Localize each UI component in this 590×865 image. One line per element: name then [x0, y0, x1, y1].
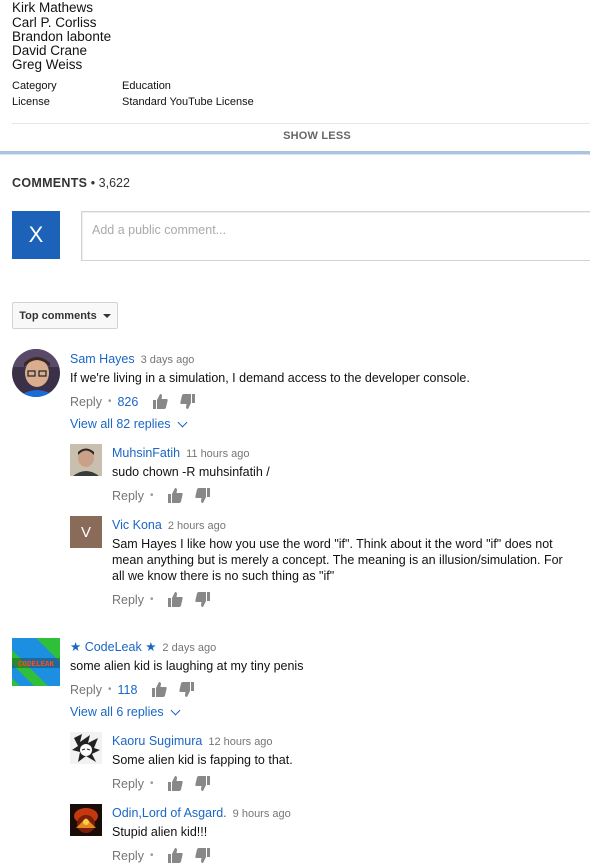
- thumbs-down-icon[interactable]: [180, 394, 196, 409]
- comment-author[interactable]: Vic Kona: [112, 518, 162, 532]
- comment-author-name: CodeLeak: [84, 640, 142, 654]
- comment-text-line: Sam Hayes I like how you use the word "i…: [112, 537, 553, 551]
- thumbs-down-icon[interactable]: [195, 776, 211, 791]
- credit-name: Kirk Mathews: [12, 0, 94, 15]
- comment-text: Some alien kid is fapping to that.: [112, 753, 293, 767]
- comment-text: If we're living in a simulation, I deman…: [70, 371, 470, 385]
- comment-text: Stupid alien kid!!!: [112, 825, 208, 839]
- license-label: License: [12, 96, 50, 108]
- user-avatar[interactable]: X: [12, 211, 60, 259]
- category-label: Category: [12, 80, 57, 92]
- star-icon: ★: [70, 640, 82, 654]
- thumbs-down-icon[interactable]: [179, 682, 195, 697]
- reply-header: Odin,Lord of Asgard. 9 hours ago: [112, 804, 291, 822]
- thumbs-up-icon[interactable]: [167, 592, 184, 607]
- comment-time[interactable]: 2 days ago: [162, 642, 216, 654]
- comment-author[interactable]: ★ CodeLeak ★: [70, 640, 156, 654]
- reply-button[interactable]: Reply: [112, 849, 144, 863]
- comment-time[interactable]: 3 days ago: [141, 354, 195, 366]
- avatar[interactable]: V: [70, 516, 102, 548]
- avatar[interactable]: [12, 349, 60, 397]
- comment-author[interactable]: MuhsinFatih: [112, 446, 180, 460]
- like-count: 118: [117, 682, 138, 697]
- view-replies-label: View all 82 replies: [70, 417, 171, 431]
- comment-author[interactable]: Odin,Lord of Asgard.: [112, 806, 227, 820]
- like-count: 826: [117, 394, 139, 409]
- reply-header: Kaoru Sugimura 12 hours ago: [112, 732, 273, 750]
- thumbs-up-icon[interactable]: [151, 682, 168, 697]
- thumbs-down-icon[interactable]: [195, 592, 211, 607]
- comment-actions: Reply •: [112, 776, 223, 791]
- comment-actions: Reply • 118: [70, 682, 207, 697]
- category-value[interactable]: Education: [122, 80, 171, 92]
- comment-actions: Reply •: [112, 592, 223, 607]
- divider: [12, 123, 590, 124]
- comment-text-line: all we know there is no such thing as "i…: [112, 569, 335, 583]
- star-icon: ★: [145, 640, 157, 654]
- comment-time[interactable]: 11 hours ago: [186, 448, 249, 460]
- reply-button[interactable]: Reply: [112, 593, 144, 607]
- view-replies-label: View all 6 replies: [70, 705, 164, 719]
- credit-name: Carl P. Corliss: [12, 15, 97, 30]
- comment-author[interactable]: Kaoru Sugimura: [112, 734, 202, 748]
- comment-text: some alien kid is laughing at my tiny pe…: [70, 659, 304, 673]
- avatar[interactable]: [70, 732, 102, 764]
- show-less-button[interactable]: SHOW LESS: [0, 130, 590, 142]
- comment-actions: Reply •: [112, 848, 223, 863]
- comments-separator: •: [90, 176, 96, 190]
- avatar[interactable]: [70, 804, 102, 836]
- comments-count: 3,622: [98, 176, 130, 190]
- reply-button[interactable]: Reply: [112, 777, 144, 791]
- comment-actions: Reply • 826: [70, 394, 208, 409]
- comment-time[interactable]: 2 hours ago: [168, 520, 226, 532]
- comment-text-line: mean anything but is merely a concept. T…: [112, 553, 563, 567]
- comments-header: COMMENTS • 3,622: [12, 176, 130, 190]
- thumbs-up-icon[interactable]: [167, 488, 184, 503]
- thumbs-down-icon[interactable]: [195, 848, 211, 863]
- avatar[interactable]: CODELEAK: [12, 638, 60, 686]
- comment-text: sudo chown -R muhsinfatih /: [112, 465, 270, 479]
- reply-header: MuhsinFatih 11 hours ago: [112, 444, 250, 462]
- reply-button[interactable]: Reply: [70, 395, 102, 409]
- view-replies-button[interactable]: View all 6 replies: [70, 705, 181, 719]
- comments-title: COMMENTS: [12, 176, 88, 190]
- credit-name: Brandon labonte: [12, 29, 112, 44]
- thumbs-up-icon[interactable]: [167, 776, 184, 791]
- reply-button[interactable]: Reply: [112, 489, 144, 503]
- reply-header: Vic Kona 2 hours ago: [112, 516, 226, 534]
- avatar-logo-text: CODELEAK: [18, 661, 55, 669]
- comment-author[interactable]: Sam Hayes: [70, 352, 135, 366]
- avatar[interactable]: [70, 444, 102, 476]
- credit-name: David Crane: [12, 43, 88, 58]
- license-value: Standard YouTube License: [122, 96, 254, 108]
- chevron-down-icon: [170, 705, 181, 715]
- chevron-down-icon: [177, 417, 187, 427]
- thumbs-down-icon[interactable]: [195, 488, 211, 503]
- comment-text: Sam Hayes I like how you use the word "i…: [112, 536, 590, 584]
- sort-comments-button[interactable]: Top comments: [12, 302, 118, 329]
- thumbs-up-icon[interactable]: [167, 848, 184, 863]
- reply-button[interactable]: Reply: [70, 683, 102, 697]
- sort-label: Top comments: [19, 309, 97, 322]
- comment-header: ★ CodeLeak ★ 2 days ago: [70, 638, 216, 656]
- thumbs-up-icon[interactable]: [152, 394, 169, 409]
- comment-time[interactable]: 9 hours ago: [233, 808, 291, 820]
- comment-input[interactable]: [82, 212, 590, 248]
- view-replies-button[interactable]: View all 82 replies: [70, 417, 187, 431]
- credit-name: Greg Weiss: [12, 57, 83, 72]
- section-divider-shadow: [0, 154, 590, 155]
- comment-time[interactable]: 12 hours ago: [208, 736, 272, 748]
- comment-actions: Reply •: [112, 488, 223, 503]
- comment-box[interactable]: [81, 211, 590, 261]
- caret-down-icon: [102, 313, 111, 318]
- comment-header: Sam Hayes 3 days ago: [70, 350, 194, 368]
